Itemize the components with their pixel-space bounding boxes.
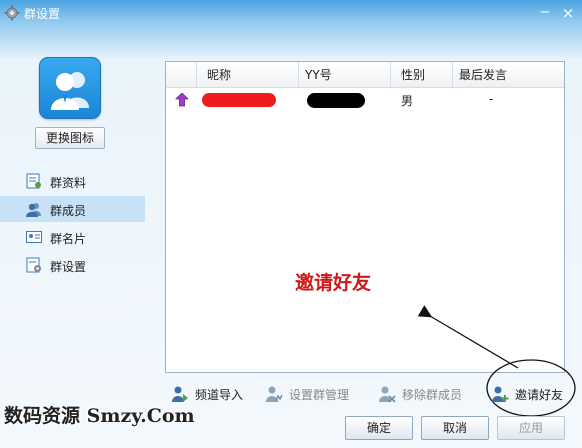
import-channel-label: 频道导入 — [195, 388, 244, 402]
invite-friend-label: 邀请好友 — [515, 388, 564, 402]
set-admin-label: 设置群管理 — [289, 388, 350, 402]
admin-user-icon — [266, 386, 283, 402]
remove-user-icon — [379, 386, 396, 403]
apply-button[interactable]: 应用 — [497, 416, 565, 440]
add-user-icon — [492, 386, 509, 402]
annotation-arrow — [417, 305, 576, 417]
cancel-button[interactable]: 取消 — [421, 416, 489, 440]
set-admin-button[interactable]: 设置群管理 — [265, 384, 360, 404]
site-watermark: 数码资源 Smzy.Com — [4, 405, 195, 427]
invite-friend-button[interactable]: 邀请好友 — [491, 384, 571, 404]
ok-button[interactable]: 确定 — [345, 416, 413, 440]
remove-member-button[interactable]: 移除群成员 — [378, 384, 473, 404]
remove-member-label: 移除群成员 — [402, 388, 463, 402]
